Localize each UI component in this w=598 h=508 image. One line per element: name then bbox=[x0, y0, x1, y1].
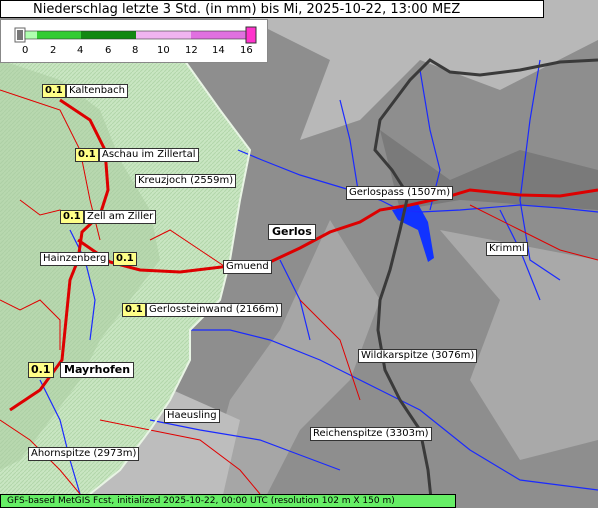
place-gerlos: Gerlos bbox=[268, 224, 316, 240]
place-reichenspitze: Reichenspitze (3303m) bbox=[310, 427, 432, 441]
value-aschau: 0.1 bbox=[75, 148, 99, 162]
legend-tick: 4 bbox=[77, 45, 84, 56]
place-ahornspitze: Ahornspitze (2973m) bbox=[28, 447, 140, 461]
place-zell: Zell am Ziller bbox=[84, 210, 157, 224]
place-gerlospass: Gerlospass (1507m) bbox=[346, 186, 454, 200]
legend-tick: 12 bbox=[185, 45, 198, 56]
place-aschau: Aschau im Zillertal bbox=[99, 148, 199, 162]
place-kaltenbach: Kaltenbach bbox=[66, 84, 129, 98]
map-title: Niederschlag letzte 3 Std. (in mm) bis M… bbox=[0, 0, 544, 18]
legend-tick: 8 bbox=[132, 45, 139, 56]
place-wildkarspitze: Wildkarspitze (3076m) bbox=[358, 349, 478, 363]
legend-tick: 10 bbox=[157, 45, 170, 56]
value-hainzenberg: 0.1 bbox=[113, 252, 137, 266]
place-krimml: Krimml bbox=[486, 242, 528, 256]
forecast-footer: GFS-based MetGIS Fcst, initialized 2025-… bbox=[0, 494, 456, 508]
legend-tick: 6 bbox=[105, 45, 112, 56]
legend-tick: 2 bbox=[50, 45, 57, 56]
value-zell: 0.1 bbox=[60, 210, 84, 224]
legend-tick: 14 bbox=[212, 45, 225, 56]
place-hainzenberg: Hainzenberg bbox=[40, 252, 110, 266]
legend-tick: 0 bbox=[22, 45, 29, 56]
place-mayrhofen: Mayrhofen bbox=[60, 362, 135, 378]
value-kaltenbach: 0.1 bbox=[42, 84, 66, 98]
place-kreuzjoch: Kreuzjoch (2559m) bbox=[135, 174, 237, 188]
place-gerlossteinwand: Gerlossteinwand (2166m) bbox=[146, 303, 282, 317]
value-gerlossteinwand: 0.1 bbox=[122, 303, 146, 317]
place-gmuend: Gmuend bbox=[223, 260, 272, 274]
place-haeusling: Haeusling bbox=[164, 409, 220, 423]
value-mayrhofen: 0.1 bbox=[28, 362, 54, 378]
legend-tick: 16 bbox=[240, 45, 253, 56]
legend: 0 2 4 6 8 10 12 14 16 bbox=[0, 19, 268, 63]
